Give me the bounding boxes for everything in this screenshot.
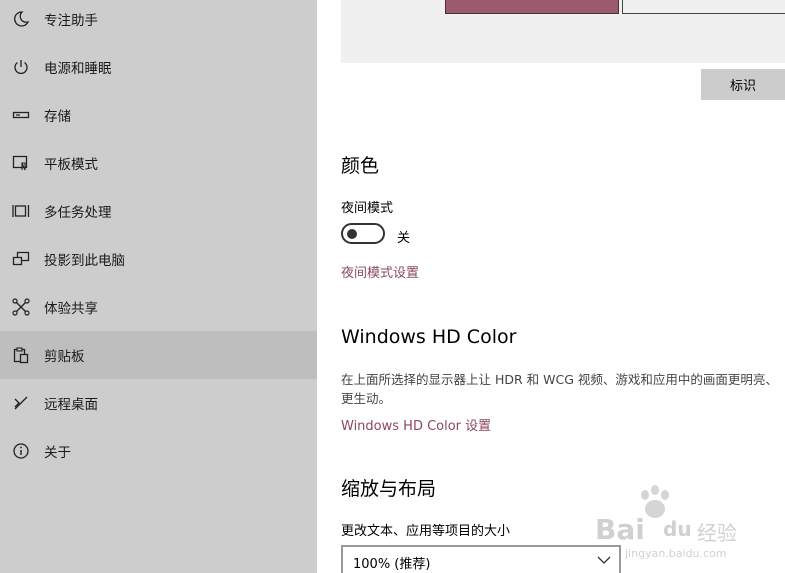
sidebar-item-label: 专注助手	[44, 13, 98, 29]
info-icon	[11, 441, 31, 461]
storage-icon	[11, 105, 31, 125]
sidebar-item-label: 多任务处理	[44, 205, 112, 221]
night-light-toggle[interactable]	[341, 223, 385, 244]
moon-icon	[11, 9, 31, 29]
identify-button[interactable]: 标识	[701, 69, 785, 100]
sidebar-item-label: 远程桌面	[44, 397, 98, 413]
sidebar-item-power-sleep[interactable]: 电源和睡眠	[0, 43, 317, 91]
sidebar-item-shared-experiences[interactable]: 体验共享	[0, 283, 317, 331]
sidebar-item-multitasking[interactable]: 多任务处理	[0, 187, 317, 235]
toggle-knob	[347, 228, 357, 239]
baidu-watermark: Bai du 经验 jingyan.baidu.com	[575, 485, 775, 565]
sidebar-item-project[interactable]: 投影到此电脑	[0, 235, 317, 283]
power-icon	[11, 57, 31, 77]
multitasking-icon	[11, 201, 31, 221]
sidebar-item-storage[interactable]: 存储	[0, 91, 317, 139]
watermark-brand: Bai	[595, 513, 645, 546]
watermark-cn: 经验	[697, 521, 737, 545]
clipboard-icon	[11, 345, 31, 365]
sidebar-item-label: 关于	[44, 445, 71, 461]
sidebar-item-label: 电源和睡眠	[44, 61, 112, 77]
sidebar-item-label: 存储	[44, 109, 71, 125]
watermark-url: jingyan.baidu.com	[625, 547, 727, 560]
monitor-1-tile[interactable]	[445, 0, 619, 14]
sidebar-item-clipboard[interactable]: 剪贴板	[0, 331, 317, 379]
display-arrangement-preview	[341, 0, 785, 63]
sidebar-item-label: 平板模式	[44, 157, 98, 173]
hd-color-section-title: Windows HD Color	[341, 326, 517, 348]
scale-dropdown-value: 100% (推荐)	[353, 557, 431, 572]
sidebar-item-label: 体验共享	[44, 301, 98, 317]
night-light-label: 夜间模式	[341, 201, 394, 216]
monitor-2-tile[interactable]	[622, 0, 785, 14]
scale-layout-section-title: 缩放与布局	[341, 478, 437, 500]
sidebar-item-about[interactable]: 关于	[0, 427, 317, 475]
toggle-state-text: 关	[397, 231, 411, 246]
hd-color-settings-link[interactable]: Windows HD Color 设置	[341, 415, 491, 434]
project-icon	[11, 249, 31, 269]
sidebar: 专注助手 电源和睡眠 存储 平板模式 多任务处理 投影到此电脑 体验共享 剪贴板…	[0, 0, 317, 573]
color-section-title: 颜色	[341, 155, 380, 177]
tablet-mode-icon	[11, 153, 31, 173]
night-light-settings-link[interactable]: 夜间模式设置	[341, 262, 419, 281]
sidebar-item-label: 投影到此电脑	[44, 253, 125, 269]
sidebar-item-focus-assist[interactable]: 专注助手	[0, 0, 317, 43]
watermark-brand-suffix: du	[663, 517, 692, 541]
scale-size-label: 更改文本、应用等项目的大小	[341, 524, 511, 539]
remote-desktop-icon	[11, 393, 31, 413]
sidebar-item-remote-desktop[interactable]: 远程桌面	[0, 379, 317, 427]
shared-experiences-icon	[11, 297, 31, 317]
hd-color-description: 在上面所选择的显示器上让 HDR 和 WCG 视频、游戏和应用中的画面更明亮、更…	[341, 372, 778, 406]
sidebar-item-tablet-mode[interactable]: 平板模式	[0, 139, 317, 187]
sidebar-item-label: 剪贴板	[44, 349, 85, 365]
